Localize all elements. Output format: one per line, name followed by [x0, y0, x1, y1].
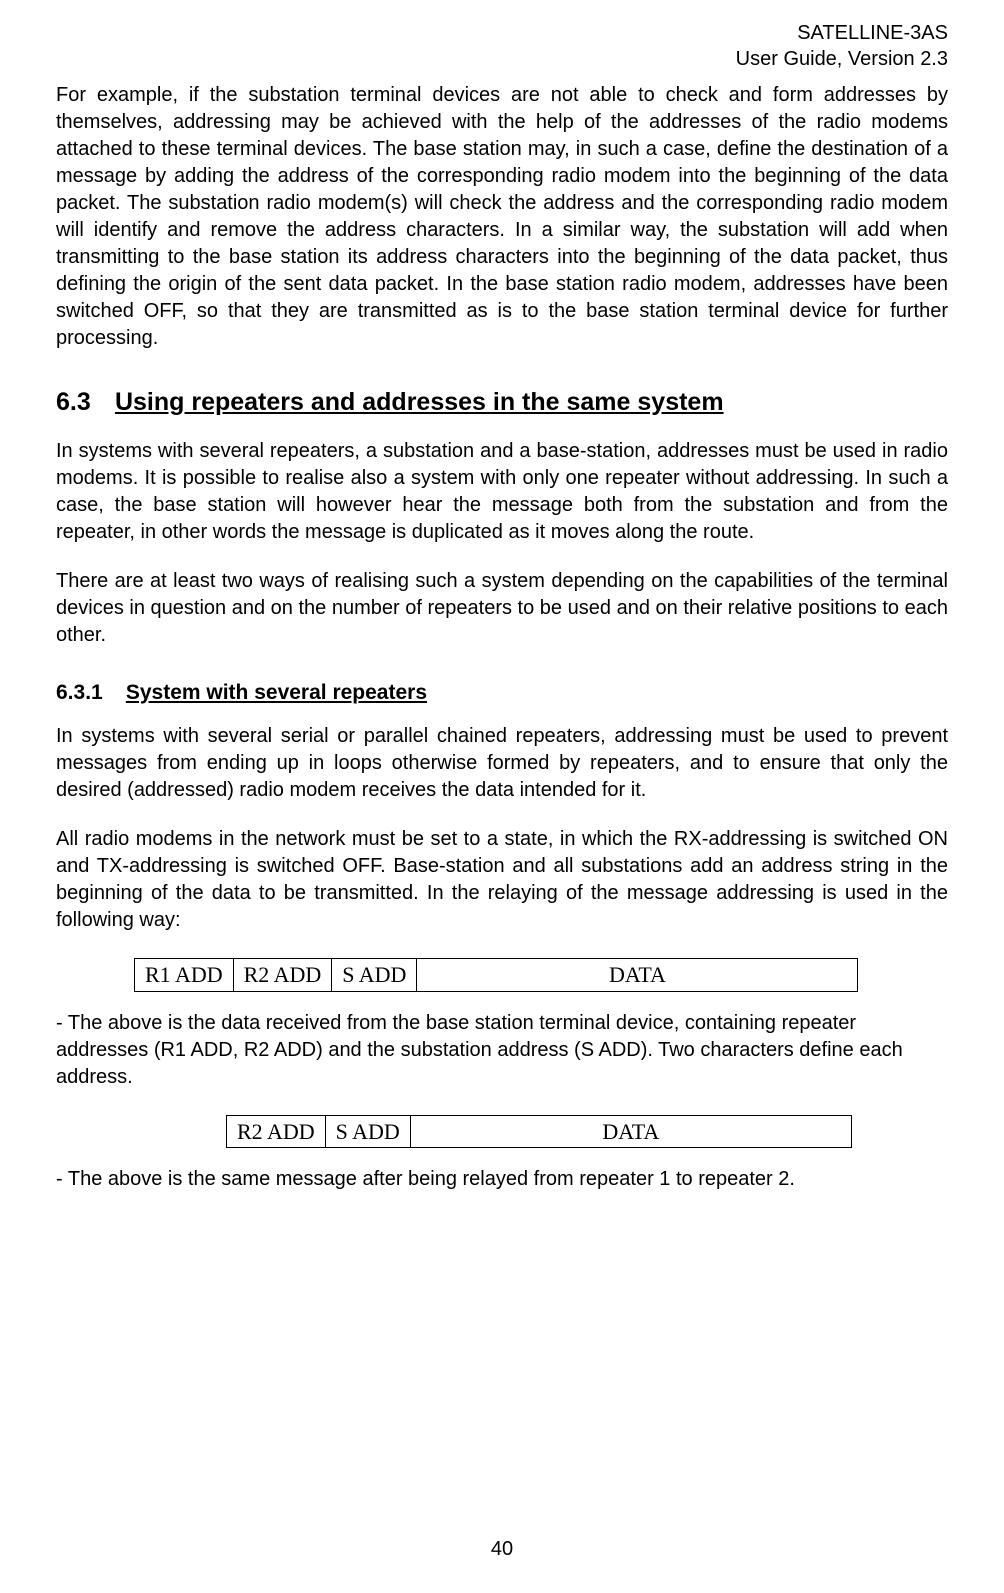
section-title: Using repeaters and addresses in the sam… — [115, 388, 724, 416]
packet-cell-data: DATA — [410, 1115, 851, 1148]
table-row: R2 ADD S ADD DATA — [227, 1115, 852, 1148]
section-heading-6-3: 6.3 Using repeaters and addresses in the… — [56, 386, 948, 420]
header-line-2: User Guide, Version 2.3 — [56, 46, 948, 72]
section-number: 6.3 — [56, 386, 108, 420]
packet-cell: S ADD — [325, 1115, 410, 1148]
packet-cell: R2 ADD — [233, 959, 332, 992]
page-number: 40 — [0, 1536, 1004, 1563]
table-row: R1 ADD R2 ADD S ADD DATA — [135, 959, 858, 992]
body-paragraph: All radio modems in the network must be … — [56, 826, 948, 934]
packet-cell: R2 ADD — [227, 1115, 326, 1148]
body-paragraph: In systems with several repeaters, a sub… — [56, 438, 948, 546]
page: SATELLINE-3AS User Guide, Version 2.3 Fo… — [0, 0, 1004, 1593]
body-paragraph: - The above is the same message after be… — [56, 1166, 948, 1193]
subsection-title: System with several repeaters — [126, 681, 427, 704]
page-header: SATELLINE-3AS User Guide, Version 2.3 — [56, 20, 948, 72]
header-line-1: SATELLINE-3AS — [56, 20, 948, 46]
subsection-heading-6-3-1: 6.3.1 System with several repeaters — [56, 679, 948, 707]
packet-cell: S ADD — [332, 959, 417, 992]
packet-structure-table-1: R1 ADD R2 ADD S ADD DATA — [134, 958, 858, 992]
packet-structure-table-2: R2 ADD S ADD DATA — [226, 1115, 852, 1149]
packet-cell: R1 ADD — [135, 959, 234, 992]
body-paragraph: - The above is the data received from th… — [56, 1010, 948, 1091]
body-paragraph: For example, if the substation terminal … — [56, 82, 948, 352]
body-paragraph: In systems with several serial or parall… — [56, 723, 948, 804]
subsection-number: 6.3.1 — [56, 679, 120, 707]
packet-cell-data: DATA — [417, 959, 858, 992]
body-paragraph: There are at least two ways of realising… — [56, 568, 948, 649]
